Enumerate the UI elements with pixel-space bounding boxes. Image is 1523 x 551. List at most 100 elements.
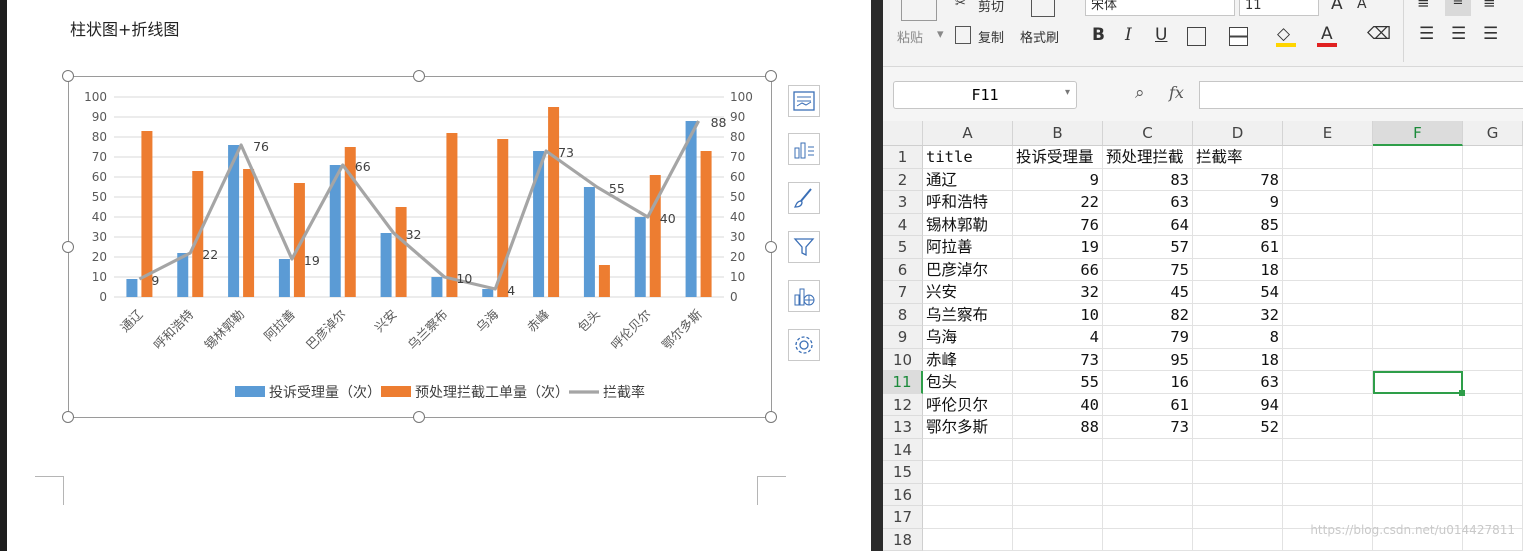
cell[interactable] (1463, 416, 1523, 439)
cell[interactable]: 73 (1013, 348, 1103, 371)
column-header-c[interactable]: C (1103, 121, 1193, 146)
cell[interactable] (1463, 213, 1523, 236)
paste-icon[interactable] (901, 0, 937, 21)
cell[interactable] (1373, 393, 1463, 416)
cell[interactable] (1373, 438, 1463, 461)
cell[interactable]: 40 (1013, 393, 1103, 416)
chart-format-button[interactable] (788, 182, 820, 214)
cell[interactable] (1373, 483, 1463, 506)
cell[interactable] (1013, 506, 1103, 529)
row-header[interactable]: 8 (883, 303, 923, 326)
cell[interactable] (1283, 236, 1373, 259)
cell[interactable]: title (923, 146, 1013, 169)
row-header[interactable]: 10 (883, 348, 923, 371)
cell[interactable] (1283, 168, 1373, 191)
cell[interactable]: 54 (1193, 281, 1283, 304)
cell[interactable]: 32 (1193, 303, 1283, 326)
cell[interactable] (1283, 416, 1373, 439)
cell[interactable] (1013, 438, 1103, 461)
cell[interactable] (1463, 236, 1523, 259)
row-header[interactable]: 18 (883, 528, 923, 551)
align-top-icon[interactable]: ≡ (1417, 0, 1430, 12)
scissors-icon[interactable]: ✂ (955, 0, 966, 11)
row-header[interactable]: 3 (883, 191, 923, 214)
underline-button[interactable]: U (1155, 25, 1167, 45)
cell[interactable]: 阿拉善 (923, 236, 1013, 259)
cell[interactable] (923, 483, 1013, 506)
format-painter-icon[interactable] (1031, 0, 1055, 17)
cell[interactable] (1373, 168, 1463, 191)
cell[interactable]: 94 (1193, 393, 1283, 416)
cell[interactable] (1283, 438, 1373, 461)
cell[interactable] (1373, 281, 1463, 304)
cell[interactable]: 9 (1193, 191, 1283, 214)
cell[interactable]: 63 (1103, 191, 1193, 214)
cell[interactable] (1463, 168, 1523, 191)
cell[interactable] (1283, 348, 1373, 371)
column-header-e[interactable]: E (1283, 121, 1373, 146)
resize-handle-top[interactable] (413, 70, 425, 82)
copy-button[interactable]: 复制 (978, 27, 1004, 46)
cell[interactable]: 通辽 (923, 168, 1013, 191)
row-header[interactable]: 7 (883, 281, 923, 304)
paste-dropdown-icon[interactable]: ▾ (937, 27, 944, 42)
resize-handle-bottom[interactable] (413, 411, 425, 423)
cell[interactable] (1373, 236, 1463, 259)
fill-handle[interactable] (1459, 389, 1465, 396)
cell[interactable]: 9 (1013, 168, 1103, 191)
cell[interactable] (1373, 191, 1463, 214)
cell[interactable]: 75 (1103, 258, 1193, 281)
cell[interactable] (1373, 213, 1463, 236)
resize-handle-bottom-right[interactable] (765, 411, 777, 423)
cell[interactable] (1013, 483, 1103, 506)
cell[interactable]: 83 (1103, 168, 1193, 191)
column-header-d[interactable]: D (1193, 121, 1283, 146)
cell[interactable] (1463, 461, 1523, 484)
cell[interactable]: 22 (1013, 191, 1103, 214)
align-middle-icon[interactable]: ≡ (1445, 0, 1471, 16)
cell[interactable] (1283, 461, 1373, 484)
row-header[interactable]: 16 (883, 483, 923, 506)
cell[interactable]: 拦截率 (1193, 146, 1283, 169)
cell[interactable] (1283, 213, 1373, 236)
cell[interactable]: 95 (1103, 348, 1193, 371)
cell[interactable]: 锡林郭勒 (923, 213, 1013, 236)
cell[interactable]: 乌海 (923, 326, 1013, 349)
cell[interactable] (1283, 303, 1373, 326)
cell-grid[interactable]: A B C D E F G 1 title 投诉受理量 预处理拦截 拦截率 2 通辽 9 83 78 3 呼和浩特 2… (883, 121, 1523, 551)
cell[interactable] (1193, 438, 1283, 461)
row-header[interactable]: 11 (883, 371, 923, 394)
row-header[interactable]: 17 (883, 506, 923, 529)
cell[interactable] (1193, 506, 1283, 529)
cell[interactable]: 呼伦贝尔 (923, 393, 1013, 416)
cell[interactable]: 32 (1013, 281, 1103, 304)
row-header[interactable]: 4 (883, 213, 923, 236)
cell[interactable]: 10 (1013, 303, 1103, 326)
formula-input[interactable] (1199, 81, 1523, 109)
selected-cell[interactable] (1373, 371, 1463, 394)
cell[interactable] (1373, 303, 1463, 326)
cell[interactable] (1373, 326, 1463, 349)
cell[interactable] (1283, 281, 1373, 304)
row-header[interactable]: 14 (883, 438, 923, 461)
cell[interactable]: 66 (1013, 258, 1103, 281)
cell[interactable]: 8 (1193, 326, 1283, 349)
cell[interactable]: 呼和浩特 (923, 191, 1013, 214)
fill-color-icon[interactable]: ◇ (1277, 24, 1290, 44)
cell[interactable] (1283, 483, 1373, 506)
cell[interactable]: 63 (1193, 371, 1283, 394)
row-header[interactable]: 12 (883, 393, 923, 416)
cell[interactable] (1013, 528, 1103, 551)
cell[interactable] (1013, 461, 1103, 484)
cell[interactable]: 兴安 (923, 281, 1013, 304)
cell[interactable]: 61 (1103, 393, 1193, 416)
cell[interactable]: 预处理拦截 (1103, 146, 1193, 169)
cell[interactable] (1463, 348, 1523, 371)
cell[interactable]: 88 (1013, 416, 1103, 439)
cell[interactable] (1103, 438, 1193, 461)
cell[interactable] (923, 438, 1013, 461)
chevron-down-icon[interactable]: ▾ (1065, 87, 1070, 98)
cell[interactable] (1463, 326, 1523, 349)
cell[interactable] (1463, 483, 1523, 506)
cell[interactable] (1463, 191, 1523, 214)
